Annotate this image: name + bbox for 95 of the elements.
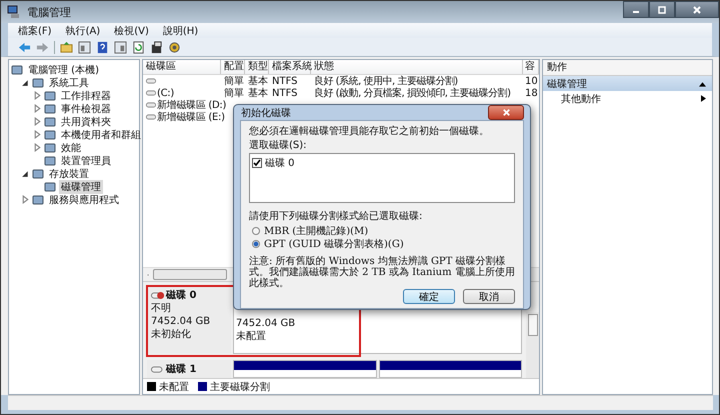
expander-icon[interactable]	[21, 78, 30, 87]
tree-item[interactable]: 裝置管理員	[59, 154, 113, 168]
item-icon	[44, 90, 56, 102]
menu-item[interactable]: 檢視(V)	[114, 24, 149, 38]
dialog-message: 您必須在邏輯磁碟管理員能存取它之前初始一個磁碟。	[249, 125, 490, 139]
maximize-button[interactable]	[649, 1, 675, 18]
item-icon	[44, 128, 56, 140]
disk-detail: 7452.04 GB	[151, 315, 212, 328]
table-cell: (C:)	[157, 88, 174, 98]
table-cell-text: 新增磁碟區 (D:)	[157, 98, 226, 112]
properties-icon[interactable]	[150, 40, 163, 54]
menu-item[interactable]: 執行(A)	[66, 24, 100, 38]
table-cell-text: 基本	[248, 74, 268, 88]
list-label: 選取磁碟(S):	[249, 139, 308, 153]
partition-size: 7452.04 GB	[236, 317, 296, 330]
table-cell: NTFS	[272, 76, 298, 86]
radio-button[interactable]	[252, 240, 260, 248]
tree-item[interactable]: 系統工具	[47, 76, 91, 90]
table-cell-text: 簡單	[224, 75, 244, 88]
column-header[interactable]: 配置	[221, 60, 245, 74]
checkbox[interactable]	[252, 158, 262, 168]
tree-item[interactable]: 磁碟管理	[59, 180, 103, 194]
table-cell-text: 良好 (啟動, 分頁檔案, 損毀傾印, 主要磁碟分割)	[314, 86, 511, 100]
window-title: 電腦管理	[27, 4, 71, 20]
folder-up-icon[interactable]	[60, 40, 73, 54]
item-icon	[32, 168, 44, 180]
disk-name: 磁碟 1	[166, 362, 196, 376]
partition-status: 未配置	[236, 330, 267, 343]
column-header[interactable]: 容	[523, 60, 539, 74]
tree-item[interactable]: 事件檢視器	[59, 102, 113, 116]
actions-section-header[interactable]: 磁碟管理	[543, 76, 712, 91]
computer-icon	[7, 5, 21, 19]
disk-name: 磁碟 0	[166, 288, 196, 302]
tree-item[interactable]: 本機使用者和群組	[59, 128, 143, 142]
item-icon	[44, 102, 56, 114]
disk-detail: 不明	[151, 302, 172, 315]
column-header[interactable]: 檔案系統	[269, 60, 311, 74]
radio-label[interactable]: MBR (主開機記錄)(M)	[264, 224, 368, 238]
collapse-arrow-icon[interactable]	[699, 80, 706, 86]
cancel-button[interactable]: 取消	[463, 289, 515, 304]
legend-label: 主要磁碟分割	[210, 380, 270, 394]
legend-label: 未配置	[159, 380, 189, 394]
dialog-title: 初始化磁碟	[241, 106, 291, 120]
minimize-button[interactable]	[623, 1, 649, 18]
action-item[interactable]: 其他動作	[543, 91, 712, 106]
pane-toggle-icon[interactable]	[78, 40, 91, 54]
back-arrow-icon[interactable]	[18, 40, 31, 54]
table-cell: 18	[525, 88, 538, 98]
minimize-icon	[633, 11, 639, 13]
close-button[interactable]	[675, 1, 719, 18]
submenu-arrow-icon	[701, 95, 706, 102]
column-header[interactable]: 磁碟區	[143, 60, 221, 74]
actions-header: 動作	[543, 60, 712, 76]
refresh-icon[interactable]	[132, 40, 145, 54]
table-cell: 10	[525, 76, 538, 86]
tree-item[interactable]: 工作排程器	[59, 88, 113, 102]
section-title: 磁碟管理	[547, 78, 587, 90]
item-icon	[44, 142, 56, 154]
table-cell: NTFS	[272, 88, 298, 98]
partition[interactable]	[233, 360, 376, 378]
disk-detail: 未初始化	[151, 328, 192, 341]
ok-button[interactable]: 確定	[403, 289, 455, 304]
expander-icon[interactable]	[21, 169, 30, 178]
style-label: 請使用下列磁碟分割樣式給已選取磁碟:	[249, 210, 424, 224]
table-cell-text: 新增磁碟區 (E:)	[157, 110, 225, 124]
tree-item[interactable]: 存放裝置	[47, 166, 91, 180]
tree-item[interactable]: 共用資料夾	[59, 114, 113, 128]
close-button[interactable]	[488, 105, 524, 120]
table-cell-text: 簡單	[224, 87, 244, 100]
pane-toggle-icon[interactable]	[114, 40, 127, 54]
table-cell-text: 良好 (系統, 使用中, 主要磁碟分割)	[314, 74, 458, 88]
item-icon	[44, 154, 56, 166]
help-icon[interactable]	[96, 40, 109, 54]
item-icon	[11, 64, 23, 76]
maximize-icon	[657, 4, 667, 14]
menu-item[interactable]: 說明(H)	[162, 24, 198, 38]
scrollbar[interactable]	[526, 312, 539, 378]
menu-item[interactable]: 檔案(F)	[18, 24, 52, 38]
close-icon	[502, 108, 510, 117]
close-icon	[692, 4, 702, 14]
item-icon	[44, 180, 56, 192]
column-header[interactable]: 狀態	[311, 60, 523, 74]
radio-label[interactable]: GPT (GUID 磁碟分割表格)(G)	[264, 236, 404, 250]
partition[interactable]	[378, 360, 522, 378]
radio-button[interactable]	[252, 226, 260, 234]
item-icon	[44, 116, 56, 128]
tree-item[interactable]: 電腦管理 (本機)	[26, 62, 101, 76]
list-item[interactable]: 磁碟 0	[265, 156, 295, 170]
tree-item[interactable]: 服務與應用程式	[47, 192, 121, 206]
note-text: 注意: 所有舊版的 Windows 均無法辨識 GPT 磁碟分割樣式。我們建議磁碟需大於 2 TB 或為 Itanium 電腦上所使用此樣式。	[249, 256, 515, 289]
item-icon	[32, 194, 44, 206]
column-header[interactable]: 類型	[245, 60, 269, 74]
table-cell-text: 基本	[248, 86, 268, 100]
tree-item[interactable]: 效能	[59, 140, 83, 154]
item-icon	[32, 76, 44, 88]
